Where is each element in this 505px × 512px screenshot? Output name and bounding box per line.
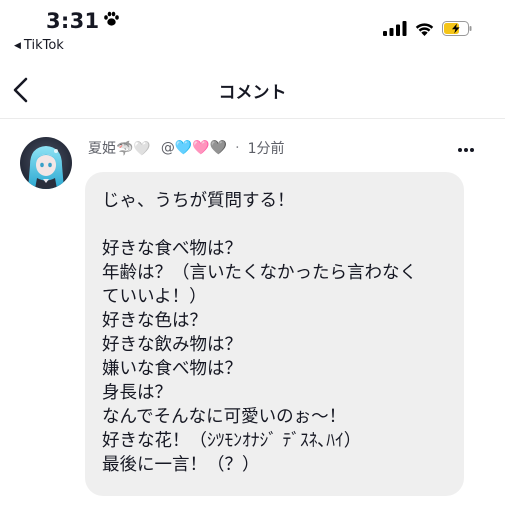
comment-line: 嫌いな食べ物は？: [102, 359, 242, 379]
comment-username[interactable]: 夏姫🦈🤍: [88, 138, 151, 158]
comment-timestamp: 1分前: [247, 141, 285, 157]
back-triangle-icon: ◀: [14, 40, 21, 51]
comment-mention[interactable]: @🩵🩷🩶: [161, 140, 227, 156]
back-app-label: TikTok: [23, 38, 64, 53]
status-bar: 3:31 ◀ TikTok: [0, 0, 505, 62]
comment-line: 好きな色は？: [102, 311, 207, 331]
comment-line: [102, 213, 448, 237]
comment-line: 好きな飲み物は？: [102, 335, 242, 355]
header-divider: [0, 118, 505, 119]
comment-line: 身長は？: [102, 383, 172, 403]
navigation-bar: コメント: [0, 66, 505, 114]
comment-line: なんでそんなに可愛いのぉ〜！: [102, 407, 347, 427]
comment-header: 夏姫🦈🤍 @🩵🩷🩶 · 1分前: [88, 138, 285, 158]
status-time: 3:31: [46, 9, 120, 33]
header-separator: ·: [235, 140, 240, 156]
page-title: コメント: [218, 83, 287, 103]
comment-line: 最後に一言！（？）: [102, 455, 260, 475]
comment-line: ていいよ！）: [102, 287, 207, 307]
comment-bubble: じゃ、うちが質問する！ 好きな食べ物は？ 年齢は？（言いたくなかったら言わなく …: [85, 172, 464, 496]
wifi-icon: [414, 21, 435, 40]
paw-icon: [103, 11, 120, 31]
battery-charging-icon: [442, 21, 473, 40]
time-text: 3:31: [46, 9, 100, 33]
more-options-icon[interactable]: [457, 138, 475, 157]
system-icons: [383, 21, 473, 40]
comment-line: 年齢は？（言いたくなかったら言わなく: [102, 263, 417, 283]
avatar[interactable]: [20, 137, 72, 189]
comment-line: 好きな食べ物は？: [102, 239, 242, 259]
comment-line: じゃ、うちが質問する！: [102, 191, 295, 211]
signal-icon: [383, 21, 407, 40]
back-to-app-link[interactable]: ◀ TikTok: [14, 38, 64, 53]
comment-line: 好きな花！（ｼﾂﾓﾝｵﾅｼﾞ ﾃﾞｽﾈ､ﾊｲ）: [102, 431, 362, 451]
